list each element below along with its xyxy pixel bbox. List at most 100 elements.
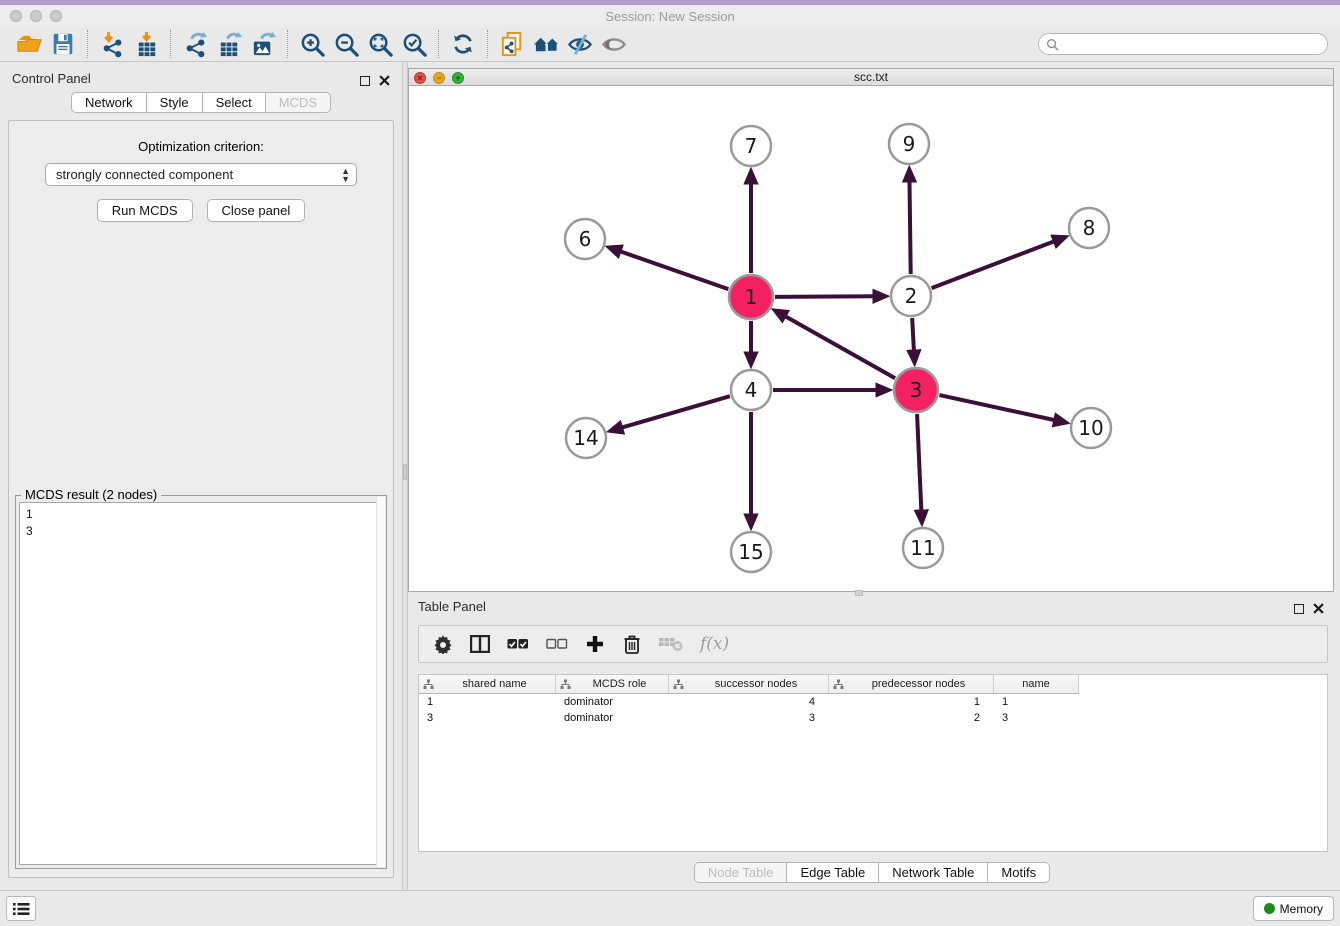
graph-node-15[interactable]: 15 — [731, 532, 771, 572]
mcds-result-line: 3 — [26, 523, 376, 540]
svg-text:15: 15 — [738, 540, 763, 564]
show-all-networks-button[interactable] — [529, 29, 563, 59]
delete-columns-button[interactable] — [622, 631, 642, 657]
tab-select[interactable]: Select — [202, 92, 266, 113]
criterion-select[interactable]: strongly connected component ▲▼ — [45, 163, 357, 186]
graph-node-14[interactable]: 14 — [566, 418, 606, 458]
tab-motifs[interactable]: Motifs — [987, 862, 1050, 883]
export-table-button[interactable] — [212, 29, 246, 59]
apply-layout-button[interactable] — [446, 29, 480, 59]
graph-edge-3-1[interactable] — [784, 316, 895, 379]
search-input[interactable] — [1063, 37, 1320, 51]
result-scrollbar[interactable] — [376, 497, 385, 867]
graph-node-10[interactable]: 10 — [1071, 408, 1111, 448]
node-table[interactable]: shared name MCDS role successor nodes pr… — [418, 674, 1328, 852]
table-cell[interactable]: 3 — [994, 712, 1079, 724]
table-cell[interactable]: 3 — [669, 712, 829, 724]
network-window-titlebar[interactable]: × − + scc.txt — [408, 68, 1334, 86]
add-column-button[interactable] — [585, 631, 605, 657]
save-session-button[interactable] — [46, 29, 80, 59]
table-cell[interactable]: 2 — [829, 712, 994, 724]
column-header-shared-name[interactable]: shared name — [419, 675, 556, 693]
column-header-mcds-role[interactable]: MCDS role — [556, 675, 669, 693]
graph-edge-3-11[interactable] — [917, 414, 921, 512]
table-row[interactable]: 1dominator411 — [419, 694, 1327, 710]
graph-node-6[interactable]: 6 — [565, 219, 605, 259]
zoom-window-button[interactable] — [50, 10, 62, 22]
export-image-button[interactable] — [246, 29, 280, 59]
graph-edge-1-2[interactable] — [775, 296, 875, 297]
control-panel: Control Panel Network Style Select MCDS … — [0, 62, 402, 890]
search-box[interactable] — [1038, 33, 1328, 55]
show-networks-list-button[interactable] — [6, 896, 36, 921]
network-maximize-button[interactable]: + — [452, 72, 464, 84]
tab-mcds[interactable]: MCDS — [265, 92, 331, 113]
memory-button[interactable]: Memory — [1253, 896, 1334, 921]
zoom-fit-button[interactable] — [363, 29, 397, 59]
graph-node-9[interactable]: 9 — [889, 124, 929, 164]
function-builder-button[interactable]: f(x) — [700, 631, 729, 657]
mcds-result-text[interactable]: 13 — [19, 502, 383, 865]
table-cell[interactable]: dominator — [556, 696, 669, 708]
table-cell[interactable]: 3 — [419, 712, 556, 724]
toggle-graphics-details-button[interactable] — [563, 29, 597, 59]
graph-edge-1-6[interactable] — [619, 251, 728, 289]
zoom-out-button[interactable] — [329, 29, 363, 59]
graph-node-7[interactable]: 7 — [731, 126, 771, 166]
homes-icon — [532, 31, 561, 58]
graph-edge-2-3[interactable] — [912, 318, 914, 352]
unselect-all-columns-button[interactable] — [546, 631, 568, 657]
column-header-successor-nodes[interactable]: successor nodes — [669, 675, 829, 693]
export-network-button[interactable] — [178, 29, 212, 59]
graph-node-8[interactable]: 8 — [1069, 208, 1109, 248]
network-graph[interactable]: 7 9 6 8 1 2 4 3 14 10 15 11 — [409, 86, 1333, 590]
import-table-button[interactable] — [129, 29, 163, 59]
main-toolbar — [0, 27, 1340, 62]
network-close-button[interactable]: × — [414, 72, 426, 84]
graph-edge-2-8[interactable] — [932, 241, 1056, 288]
graph-edge-2-9[interactable] — [909, 180, 910, 274]
run-mcds-button[interactable]: Run MCDS — [97, 199, 193, 222]
tab-network[interactable]: Network — [71, 92, 147, 113]
clone-network-button[interactable] — [495, 29, 529, 59]
minimize-window-button[interactable] — [30, 10, 42, 22]
tab-node-table[interactable]: Node Table — [694, 862, 788, 883]
graph-node-2[interactable]: 2 — [891, 276, 931, 316]
tab-network-table[interactable]: Network Table — [878, 862, 988, 883]
graph-node-1[interactable]: 1 — [729, 275, 773, 319]
splitter-grip[interactable] — [403, 464, 407, 480]
column-header-name[interactable]: name — [994, 675, 1079, 693]
close-table-panel-icon[interactable] — [1313, 603, 1324, 614]
zoom-in-button[interactable] — [295, 29, 329, 59]
table-cell[interactable]: 1 — [994, 696, 1079, 708]
toggle-panel-visibility-button[interactable] — [597, 29, 631, 59]
table-cell[interactable]: 4 — [669, 696, 829, 708]
close-panel-button[interactable]: Close panel — [207, 199, 306, 222]
network-canvas[interactable]: 7 9 6 8 1 2 4 3 14 10 15 11 — [408, 86, 1334, 592]
graph-node-11[interactable]: 11 — [903, 528, 943, 568]
show-columns-button[interactable] — [470, 631, 490, 657]
graph-edge-3-10[interactable] — [939, 395, 1055, 420]
import-network-button[interactable] — [95, 29, 129, 59]
column-header-predecessor-nodes[interactable]: predecessor nodes — [829, 675, 994, 693]
table-options-gear-button[interactable] — [433, 631, 453, 657]
network-window-title: scc.txt — [409, 70, 1333, 84]
close-window-button[interactable] — [10, 10, 22, 22]
table-cell[interactable]: 1 — [419, 696, 556, 708]
graph-node-3[interactable]: 3 — [894, 368, 938, 412]
tab-edge-table[interactable]: Edge Table — [786, 862, 879, 883]
table-cell[interactable]: dominator — [556, 712, 669, 724]
select-all-columns-button[interactable] — [507, 631, 529, 657]
zoom-selected-button[interactable] — [397, 29, 431, 59]
float-panel-icon[interactable] — [360, 76, 370, 86]
graph-edge-4-14[interactable] — [621, 396, 730, 428]
graph-node-4[interactable]: 4 — [731, 370, 771, 410]
close-panel-icon[interactable] — [379, 75, 390, 86]
network-minimize-button[interactable]: − — [433, 72, 445, 84]
table-row[interactable]: 3dominator323 — [419, 710, 1327, 726]
tab-style[interactable]: Style — [146, 92, 203, 113]
delete-table-button[interactable] — [659, 631, 683, 657]
float-table-panel-icon[interactable] — [1294, 604, 1304, 614]
open-session-button[interactable] — [12, 29, 46, 59]
table-cell[interactable]: 1 — [829, 696, 994, 708]
